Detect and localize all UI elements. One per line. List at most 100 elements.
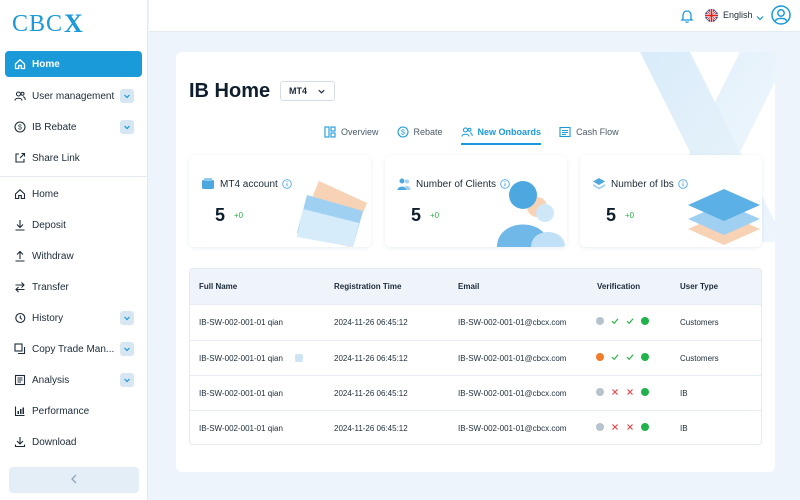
column-header-user-type[interactable]: User Type bbox=[680, 282, 718, 291]
sidebar-item-deposit[interactable]: Deposit bbox=[5, 212, 142, 238]
stat-title: Number of Ibs bbox=[592, 177, 688, 191]
tab-bar: Overview $ Rebate New Onboards Cash Flow bbox=[324, 122, 637, 145]
table-header: Full Name Registration Time Email Verifi… bbox=[190, 269, 761, 304]
top-bar: English bbox=[149, 0, 800, 32]
uk-flag-icon[interactable] bbox=[705, 9, 718, 22]
stat-title-label: Number of Ibs bbox=[611, 178, 674, 190]
cell-registration-time: 2024-11-26 06:45:12 bbox=[334, 389, 408, 398]
transfer-icon bbox=[14, 281, 26, 293]
bell-icon[interactable] bbox=[679, 8, 695, 24]
chevron-down-icon bbox=[318, 89, 325, 94]
check-icon bbox=[611, 317, 619, 325]
sidebar-item-transfer[interactable]: Transfer bbox=[5, 274, 142, 300]
tab-new-onboards[interactable]: New Onboards bbox=[460, 122, 541, 145]
deposit-icon bbox=[14, 219, 26, 231]
column-header-verification[interactable]: Verification bbox=[597, 282, 640, 291]
cell-verification bbox=[596, 423, 656, 431]
grey-dot-icon bbox=[596, 423, 604, 431]
tab-overview[interactable]: Overview bbox=[324, 122, 379, 142]
tab-label: Cash Flow bbox=[576, 127, 619, 137]
overview-icon bbox=[324, 126, 336, 138]
column-header-registration-time[interactable]: Registration Time bbox=[334, 282, 401, 291]
sidebar-collapse-button[interactable] bbox=[9, 467, 139, 493]
cross-icon bbox=[611, 423, 619, 431]
check-icon bbox=[611, 353, 619, 361]
clients-icon bbox=[397, 178, 411, 190]
tab-rebate[interactable]: $ Rebate bbox=[396, 122, 443, 142]
sidebar-item-label: Analysis bbox=[32, 374, 70, 386]
onboards-table: Full Name Registration Time Email Verifi… bbox=[189, 268, 762, 445]
sidebar-item-label: IB Rebate bbox=[32, 121, 77, 133]
user-avatar-icon[interactable] bbox=[771, 5, 791, 25]
cell-email: IB-SW-002-001-01@cbcx.com bbox=[458, 318, 567, 327]
copy-trade-icon bbox=[14, 343, 26, 355]
sidebar-item-download[interactable]: Download bbox=[5, 429, 142, 455]
cell-registration-time: 2024-11-26 06:45:12 bbox=[334, 318, 408, 327]
cell-registration-time: 2024-11-26 06:45:12 bbox=[334, 424, 408, 433]
sidebar-item-history[interactable]: History bbox=[5, 305, 142, 331]
id-badge-icon bbox=[295, 354, 303, 362]
chevron-down-icon[interactable] bbox=[755, 10, 765, 21]
sidebar-item-home[interactable]: Home bbox=[5, 51, 142, 77]
sidebar-item-user-management[interactable]: User management bbox=[5, 83, 142, 109]
sidebar-item-label: User management bbox=[32, 90, 115, 102]
sidebar-divider bbox=[0, 176, 147, 177]
stat-delta: +0 bbox=[234, 211, 244, 220]
platform-select[interactable]: MT4 bbox=[280, 81, 335, 101]
onboard-icon bbox=[460, 127, 473, 137]
cross-icon bbox=[626, 423, 634, 431]
stat-title-label: MT4 account bbox=[220, 178, 278, 190]
sidebar-item-label: Performance bbox=[32, 405, 90, 417]
chevron-down-icon[interactable] bbox=[120, 120, 134, 134]
table-row[interactable]: IB-SW-002-001-01 qian 2024-11-26 06:45:12… bbox=[190, 410, 761, 444]
logo[interactable]: CBC X bbox=[12, 9, 83, 38]
green-dot-icon bbox=[641, 317, 649, 325]
stat-delta: +0 bbox=[625, 211, 635, 220]
chevron-down-icon[interactable] bbox=[120, 342, 134, 356]
language-selector[interactable]: English bbox=[723, 10, 753, 20]
sidebar: CBC X Home User management $ IB Rebate Sh… bbox=[0, 0, 148, 500]
column-header-email[interactable]: Email bbox=[458, 282, 479, 291]
sidebar-item-home-2[interactable]: Home bbox=[5, 181, 142, 207]
green-dot-icon bbox=[641, 423, 649, 431]
chevron-down-icon[interactable] bbox=[120, 373, 134, 387]
chevron-down-icon[interactable] bbox=[120, 89, 134, 103]
dollar-icon: $ bbox=[14, 121, 26, 133]
check-icon bbox=[626, 317, 634, 325]
check-icon bbox=[626, 353, 634, 361]
sidebar-item-performance[interactable]: Performance bbox=[5, 398, 142, 424]
home-icon bbox=[14, 58, 26, 70]
stat-card-number-of-ibs: Number of Ibs 5 +0 bbox=[580, 155, 762, 247]
table-row[interactable]: IB-SW-002-001-01 qian 2024-11-26 06:45:12… bbox=[190, 340, 761, 375]
sidebar-item-label: Transfer bbox=[32, 281, 69, 293]
download-icon bbox=[14, 436, 26, 448]
svg-text:$: $ bbox=[18, 125, 22, 132]
table-row[interactable]: IB-SW-002-001-01 qian 2024-11-26 06:45:12… bbox=[190, 304, 761, 339]
cell-verification bbox=[596, 317, 656, 325]
tab-cash-flow[interactable]: Cash Flow bbox=[559, 122, 619, 142]
cell-full-name: IB-SW-002-001-01 qian bbox=[199, 424, 283, 433]
svg-text:$: $ bbox=[401, 130, 405, 137]
sidebar-item-analysis[interactable]: Analysis bbox=[5, 367, 142, 393]
sidebar-item-share-link[interactable]: Share Link bbox=[5, 145, 142, 171]
users-icon bbox=[14, 90, 26, 102]
layers-illustration bbox=[688, 189, 760, 245]
sidebar-item-withdraw[interactable]: Withdraw bbox=[5, 243, 142, 269]
green-dot-icon bbox=[641, 388, 649, 396]
tab-label: Rebate bbox=[413, 127, 443, 137]
cell-user-type: IB bbox=[680, 424, 688, 433]
layers-icon bbox=[593, 178, 605, 190]
sidebar-item-copy-trade[interactable]: Copy Trade Man... bbox=[5, 336, 142, 362]
sidebar-item-label: Home bbox=[32, 58, 60, 70]
chevron-down-icon[interactable] bbox=[120, 311, 134, 325]
cell-verification bbox=[596, 353, 656, 361]
tab-label: Overview bbox=[341, 127, 379, 137]
logo-text: CBC bbox=[12, 10, 64, 37]
column-header-full-name[interactable]: Full Name bbox=[199, 282, 237, 291]
platform-select-value: MT4 bbox=[289, 86, 307, 96]
cell-full-name: IB-SW-002-001-01 qian bbox=[199, 318, 283, 327]
cashflow-icon bbox=[559, 126, 571, 138]
sidebar-item-ib-rebate[interactable]: $ IB Rebate bbox=[5, 114, 142, 140]
table-row[interactable]: IB-SW-002-001-01 qian 2024-11-26 06:45:12… bbox=[190, 375, 761, 410]
cell-full-name: IB-SW-002-001-01 qian bbox=[199, 389, 283, 398]
